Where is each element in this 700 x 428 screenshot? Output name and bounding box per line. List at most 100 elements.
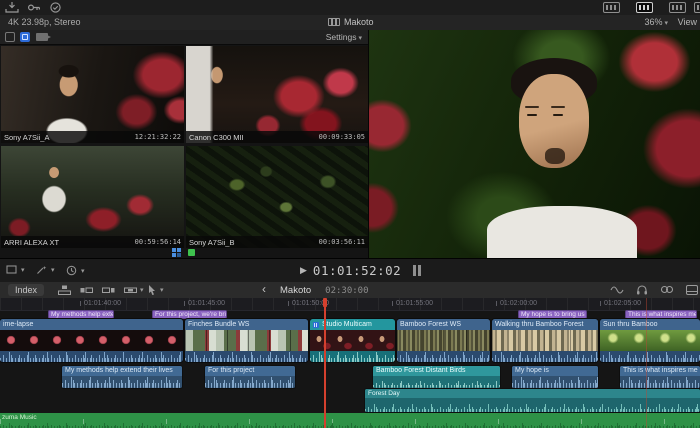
solo-headphones-icon[interactable] [636,284,648,295]
angle-audio-video-switch-icon[interactable] [20,32,30,42]
angle-tile-sony-a7sii-b[interactable]: Sony A7Sii_B 00:03:56:11 [186,146,368,248]
background-tasks-icon[interactable] [49,2,63,13]
viewer-zoom-menu[interactable]: 36%▾ [644,17,668,27]
clip-filmstrip [492,330,598,351]
angle-settings-menu[interactable]: Settings▾ [326,32,362,42]
viewer-video-frame [369,30,700,258]
audio-waveform [365,398,700,412]
angle-4-timecode: 00:03:56:11 [319,238,365,246]
import-media-icon[interactable] [5,2,19,13]
audio-clip-inspires-me[interactable]: This is what inspires me [620,366,700,388]
music-clip[interactable]: zuma Music [0,413,700,428]
clip-name: My hope is [512,366,598,376]
storyline-clip-sun-bamboo[interactable]: Sun thru Bamboo [600,319,700,362]
audio-waveform [620,376,700,388]
angle-1-timecode: 12:21:32:22 [135,133,181,141]
clip-audio-waveform [185,351,308,362]
index-button[interactable]: Index [8,284,44,296]
angle-camera-icon[interactable] [36,33,48,41]
retime-popup[interactable]: ▾ [66,265,85,276]
audio-meters-icon[interactable] [413,265,421,276]
angle-tile-arri-alexa[interactable]: ARRI ALEXA XT 00:59:56:14 [1,146,184,248]
edit-buttons: ▾ [58,285,144,295]
title-clip[interactable]: My hope is to bring us close... [518,310,587,319]
back-chevron-icon[interactable]: ‹ [262,283,266,295]
view-menu[interactable]: View [678,17,697,27]
main-toolbar [0,0,700,16]
media-toggle-icon[interactable] [694,2,700,13]
chevron-down-icon: ▾ [358,35,362,42]
connect-edit-icon[interactable] [58,285,71,295]
storyline-clip-studio-multicam[interactable]: Studio Multicam [310,319,395,362]
clip-appearance-icon[interactable] [686,285,698,295]
playhead[interactable] [324,298,326,428]
arrow-tool-icon [148,285,156,295]
angle-2-info-bar: Canon C300 MII 00:09:33:05 [186,131,368,143]
chevron-down-icon: ▾ [81,267,85,275]
angle-tile-canon-c300[interactable]: Canon C300 MII 00:09:33:05 [186,46,368,143]
subject-goatee [545,148,565,164]
clip-name: Studio Multicam [322,319,372,330]
ruler-tick: 01:01:55:00 [396,300,433,307]
audio-clip-for-this-project[interactable]: For this project [205,366,295,388]
angle-viewer-toolbar: Settings▾ [0,30,368,45]
play-icon[interactable]: ▶ [300,265,307,276]
transform-popup[interactable]: ▾ [6,265,25,274]
audio-clip-distant-birds[interactable]: Bamboo Forest Distant Birds [373,366,500,388]
chevron-down-icon: ▾ [160,286,164,294]
audio-clip-my-methods[interactable]: My methods help extend their lives [62,366,182,388]
storyline-clip-finches[interactable]: Finches Bundle WS [185,319,308,362]
filmstrip-icon [328,18,340,26]
clip-name: Forest Day [365,389,700,398]
clip-name: My methods help extend their lives [62,366,182,376]
angle-1-info-bar: Sony A7Sii_A 12:21:32:22 [1,131,184,143]
angle-2-video-frame [186,46,368,143]
overwrite-edit-menu[interactable]: ▾ [124,285,144,295]
angle-1-video-frame [1,46,184,143]
tool-menu[interactable]: ▾ [148,285,164,295]
angle-tile-sony-a7sii-a[interactable]: Sony A7Sii_A 12:21:32:22 [1,46,184,143]
clip-name: Bamboo Forest Distant Birds [373,366,500,376]
clip-filmstrip [397,330,490,351]
playhead-handle[interactable] [323,298,327,307]
timecode-dashboard[interactable]: ▶ 01:01:52:02 [300,263,421,278]
viewer-project: Makoto [328,17,374,27]
angle-video-switch-icon[interactable] [5,32,15,42]
storyline-clip-bamboo-ws[interactable]: Bamboo Forest WS [397,319,490,362]
audio-waveform [62,376,182,388]
ruler-tick: 01:02:00:00 [500,300,537,307]
audio-skimming-icon[interactable] [610,285,624,295]
title-clip[interactable]: This is what inspires me... [625,310,697,319]
keyword-editor-icon[interactable] [27,2,41,13]
timeline: 01:01:40:00 01:01:45:00 01:01:50:00 01:0… [0,298,700,428]
browser-toggle-icon[interactable] [603,2,620,13]
angle-3-name: ARRI ALEXA XT [4,238,59,247]
audio-clip-forest-day[interactable]: Forest Day [365,389,700,412]
storyline-clip-timelapse[interactable]: ime-lapse [0,319,183,362]
clip-name: ime-lapse [3,319,33,330]
title-clip[interactable]: For this project, we're bringing nature.… [152,310,227,319]
clip-name: Sun thru Bamboo [603,319,657,330]
snapping-icon[interactable] [660,285,674,294]
storyline-clip-walking-bamboo[interactable]: Walking thru Bamboo Forest [492,319,598,362]
angle-2-name: Canon C300 MII [189,133,244,142]
transport-bar: ▾ ▾ ▾ ▶ 01:01:52:02 [0,258,700,283]
timeline-toggle-icon[interactable] [636,2,653,13]
insert-edit-icon[interactable] [80,285,93,295]
music-waveform [0,419,700,428]
clip-filmstrip [0,330,183,351]
title-clip[interactable]: My methods help extend their lives... [48,310,114,319]
angle-viewer: Settings▾ Sony A7Sii_A 12:21:32:22 Canon… [0,30,368,258]
angle-3-info-bar: ARRI ALEXA XT 00:59:56:14 [1,236,184,248]
inspector-toggle-icon[interactable] [669,2,686,13]
main-viewer [368,30,700,258]
viewer-zoom-level: 36% [644,17,662,27]
multicam-grid-icon[interactable] [172,248,181,257]
viewer-project-name: Makoto [344,17,374,27]
enhancements-popup[interactable]: ▾ [36,265,55,275]
angle-bank-icon[interactable] [188,249,195,256]
clip-filmstrip [600,330,700,351]
clip-audio-waveform [492,351,598,362]
audio-clip-my-hope[interactable]: My hope is [512,366,598,388]
append-edit-icon[interactable] [102,285,115,295]
